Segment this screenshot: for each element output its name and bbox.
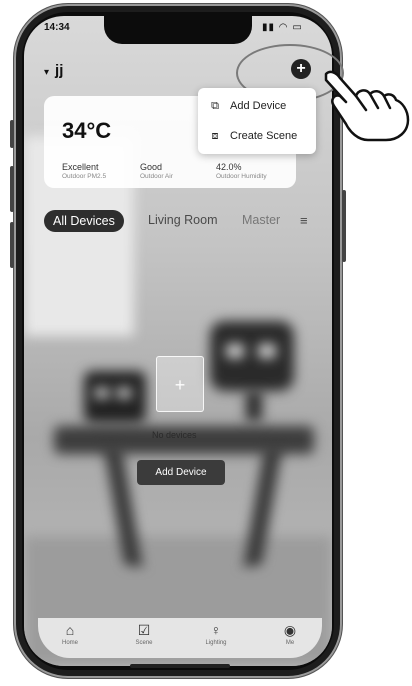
plus-icon: +	[174, 375, 186, 395]
metric-value: Excellent	[62, 162, 99, 172]
menu-item-label: Add Device	[230, 100, 287, 112]
caret-down-icon: ▾	[44, 67, 50, 78]
battery-icon: ▭	[292, 22, 303, 33]
nav-item-home[interactable]: ⌂ Home	[50, 622, 90, 646]
metric-label: Outdoor PM2.5	[62, 173, 107, 180]
temperature: 34°C	[62, 118, 112, 143]
nav-label: Me	[285, 640, 295, 646]
background-robot-eye	[258, 344, 276, 358]
metric-value: 42.0%	[216, 162, 242, 172]
metric-pm25: Excellent Outdoor PM2.5	[62, 162, 106, 180]
add-device-button[interactable]: Add Device	[137, 460, 225, 485]
home-icon: ⌂	[65, 622, 75, 638]
home-indicator	[130, 664, 230, 668]
tabs-menu-icon[interactable]: ≡	[300, 213, 308, 228]
me-icon: ◉	[283, 622, 297, 638]
empty-document-icon: +	[156, 356, 204, 412]
power-button	[342, 190, 346, 262]
tab-living-room[interactable]: Living Room	[148, 213, 217, 227]
bottom-nav: ⌂ Home ☑ Scene ♀ Lighting ◉ Me	[38, 618, 322, 658]
add-device-icon: ⧉	[211, 99, 219, 112]
metric-humidity: 42.0% Outdoor Humidity	[216, 162, 267, 180]
nav-label: Scene	[135, 640, 153, 646]
status-time: 14:34	[44, 22, 70, 33]
nav-item-me[interactable]: ◉ Me	[270, 622, 310, 646]
signal-icon: ▮▮	[262, 22, 276, 33]
nav-item-scene[interactable]: ☑ Scene	[124, 622, 164, 646]
home-name: jj	[55, 62, 64, 79]
background-speaker-eye	[94, 388, 110, 398]
background-speaker	[84, 371, 146, 423]
metric-air: Good Outdoor Air	[140, 162, 173, 180]
nav-label: Home	[61, 640, 78, 646]
lighting-icon: ♀	[210, 622, 222, 638]
nav-label: Lighting	[205, 640, 227, 646]
menu-item-label: Create Scene	[230, 130, 298, 142]
mute-switch	[10, 120, 14, 148]
create-scene-icon: ⧈	[211, 129, 219, 142]
phone-notch	[104, 16, 252, 44]
status-indicators: ▮▮ ◠ ▭	[262, 22, 303, 33]
room-tabs: All Devices Living Room Master ≡	[44, 210, 314, 236]
background-robot	[210, 321, 294, 391]
metric-value: Good	[140, 162, 163, 172]
scene-icon: ☑	[137, 622, 151, 638]
background-speaker-eye	[116, 388, 132, 398]
add-menu: ⧉ Add Device ⧈ Create Scene	[198, 88, 316, 154]
wifi-icon: ◠	[278, 22, 289, 33]
nav-item-lighting[interactable]: ♀ Lighting	[196, 622, 236, 646]
home-selector[interactable]: ▾ jj	[44, 62, 63, 79]
background-robot-eye	[226, 344, 244, 358]
metric-label: Outdoor Air	[140, 173, 173, 180]
tab-all-devices[interactable]: All Devices	[44, 210, 124, 232]
tab-master[interactable]: Master	[242, 213, 280, 227]
metric-label: Outdoor Humidity	[216, 173, 267, 180]
pointing-hand-icon	[324, 70, 410, 142]
menu-item-add-device[interactable]: ⧉ Add Device	[206, 94, 286, 118]
menu-item-create-scene[interactable]: ⧈ Create Scene	[206, 124, 298, 148]
volume-up-button	[10, 166, 14, 212]
no-devices-text: No devices	[152, 430, 197, 440]
background-robot-stand	[246, 391, 262, 421]
volume-down-button	[10, 222, 14, 268]
